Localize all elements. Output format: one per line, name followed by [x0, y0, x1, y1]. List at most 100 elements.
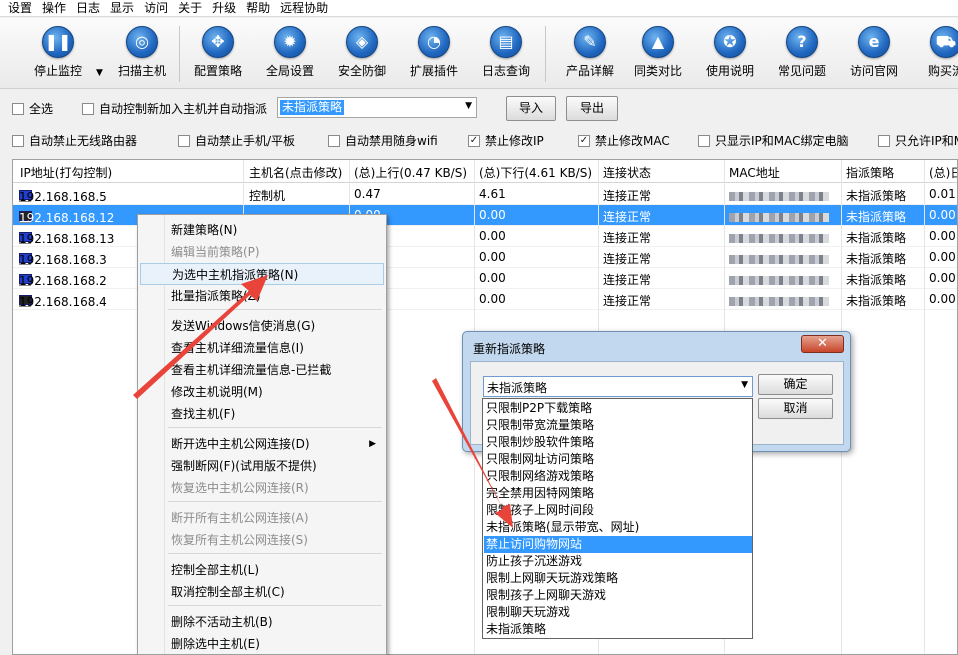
- column-header[interactable]: 连接状态: [603, 164, 651, 181]
- checkbox-box[interactable]: [698, 134, 710, 147]
- policy-option[interactable]: 未指派策略: [484, 621, 752, 638]
- import-button[interactable]: 导入: [506, 96, 556, 121]
- policy-option[interactable]: 只限制网络游戏策略: [484, 468, 752, 485]
- select-all-checkbox[interactable]: 全选: [12, 100, 53, 117]
- option-checkbox-2[interactable]: 自动禁用随身wifi: [328, 132, 438, 149]
- toolbar-button-7[interactable]: ✎ 产品详解: [554, 26, 626, 79]
- policy-option[interactable]: 限制上网聊天玩游戏策略: [484, 570, 752, 587]
- menu-item-2[interactable]: 日志: [76, 0, 107, 16]
- policy-option[interactable]: 禁止访问购物网站: [484, 536, 752, 553]
- context-menu-item[interactable]: 为选中主机指派策略(N): [140, 263, 384, 285]
- checkbox-box[interactable]: ✓: [468, 134, 480, 147]
- dialog-policy-select[interactable]: 未指派策略 ▼: [483, 376, 753, 397]
- toolbar-button-label: 访问官网: [849, 64, 898, 78]
- policy-option[interactable]: 未指派策略(显示带宽、网址): [484, 519, 752, 536]
- context-menu-item[interactable]: 恢复选中主机公网连接(R): [140, 477, 384, 499]
- context-menu-item[interactable]: 断开选中主机公网连接(D): [140, 433, 384, 455]
- context-menu-item[interactable]: 批量指派策略(Z): [140, 285, 384, 307]
- policy-option[interactable]: 防止孩子沉迷游戏: [484, 553, 752, 570]
- extra-cell: 0.00: [929, 271, 956, 285]
- column-header[interactable]: (总)下行(4.61 KB/S): [479, 164, 592, 181]
- dialog-title: 重新指派策略: [473, 342, 546, 356]
- ok-button[interactable]: 确定: [758, 374, 833, 395]
- toolbar-button-label: 全局设置: [265, 64, 314, 78]
- menu-item-7[interactable]: 帮助: [246, 0, 277, 16]
- checkbox-box[interactable]: [12, 134, 24, 147]
- ip-text: 192.168.168.3: [19, 253, 107, 267]
- context-menu-item[interactable]: 强制断网(F)(试用版不提供): [140, 455, 384, 477]
- column-header[interactable]: (总)日: [929, 164, 957, 181]
- column-header[interactable]: 主机名(点击修改): [249, 164, 342, 181]
- chevron-down-icon[interactable]: ▼: [741, 380, 748, 390]
- menu-item-6[interactable]: 升级: [212, 0, 243, 16]
- menu-item-5[interactable]: 关于: [178, 0, 209, 16]
- policy-option[interactable]: 只限制网址访问策略: [484, 451, 752, 468]
- policy-option[interactable]: 限制孩子上网聊天游戏: [484, 587, 752, 604]
- toolbar-button-3[interactable]: ✹ 全局设置: [254, 26, 326, 79]
- context-menu-item[interactable]: 修改主机说明(M): [140, 381, 384, 403]
- policy-option[interactable]: 限制孩子上网时间段: [484, 502, 752, 519]
- option-checkbox-6[interactable]: 只允许IP和M: [878, 132, 958, 149]
- option-checkbox-4[interactable]: ✓ 禁止修改MAC: [578, 132, 670, 149]
- submenu-arrow-icon: ▶: [369, 439, 376, 449]
- context-menu-item[interactable]: 取消控制全部主机(C): [140, 581, 384, 603]
- context-menu-item[interactable]: 控制全部主机(L): [140, 559, 384, 581]
- toolbar-button-12[interactable]: ⛟ 购买流: [910, 26, 958, 79]
- checkbox-box[interactable]: [328, 134, 340, 147]
- toolbar-button-1[interactable]: ◎ 扫描主机: [106, 26, 178, 79]
- toolbar-button-label: 扫描主机: [117, 64, 166, 78]
- menu-item-3[interactable]: 显示: [110, 0, 141, 16]
- column-header[interactable]: (总)上行(0.47 KB/S): [354, 164, 467, 181]
- option-checkbox-3[interactable]: ✓ 禁止修改IP: [468, 132, 544, 149]
- context-menu-item[interactable]: 查看主机详细流量信息(I): [140, 337, 384, 359]
- export-button[interactable]: 导出: [566, 96, 618, 121]
- column-header[interactable]: MAC地址: [729, 164, 780, 181]
- checkbox-box[interactable]: [178, 134, 190, 147]
- policy-select[interactable]: 未指派策略 ▼: [277, 97, 477, 118]
- toolbar-button-5[interactable]: ◔ 扩展插件: [398, 26, 470, 79]
- toolbar-button-11[interactable]: e 访问官网: [838, 26, 910, 79]
- checkbox-box[interactable]: [12, 102, 24, 115]
- toolbar-button-8[interactable]: ▲ 同类对比: [622, 26, 694, 79]
- menu-item-1[interactable]: 操作: [42, 0, 73, 16]
- menu-item-0[interactable]: 设置: [8, 0, 39, 16]
- policy-option[interactable]: 只限制P2P下载策略: [484, 400, 752, 417]
- context-menu-item[interactable]: 恢复所有主机公网连接(S): [140, 529, 384, 551]
- chevron-down-icon[interactable]: ▼: [465, 101, 472, 111]
- column-header[interactable]: 指派策略: [846, 164, 894, 181]
- menu-item-8[interactable]: 远程协助: [280, 0, 335, 16]
- cart-icon: ⛟: [930, 26, 958, 58]
- checkbox-box[interactable]: ✓: [578, 134, 590, 147]
- context-menu-item[interactable]: 查找主机(F): [140, 403, 384, 425]
- table-row[interactable]: 192.168.168.5 控制机 0.47 4.61 连接正常 未指派策略 0.01: [13, 184, 957, 205]
- context-menu-item[interactable]: 发送Windows信使消息(G): [140, 315, 384, 337]
- policy-cell: 未指派策略: [846, 231, 907, 245]
- cancel-button[interactable]: 取消: [758, 398, 833, 419]
- policy-option[interactable]: 只限制炒股软件策略: [484, 434, 752, 451]
- context-menu-item[interactable]: 删除选中主机(E): [140, 633, 384, 655]
- context-menu-item[interactable]: 删除不活动主机(B): [140, 611, 384, 633]
- option-checkbox-5[interactable]: 只显示IP和MAC绑定电脑: [698, 132, 849, 149]
- option-checkbox-1[interactable]: 自动禁止手机/平板: [178, 132, 295, 149]
- toolbar-button-9[interactable]: ✪ 使用说明: [694, 26, 766, 79]
- dropdown-arrow-icon[interactable]: ▼: [96, 68, 103, 78]
- column-header[interactable]: IP地址(打勾控制): [20, 164, 112, 181]
- checkbox-box[interactable]: [878, 134, 890, 147]
- context-menu-item[interactable]: 查看主机详细流量信息-已拦截: [140, 359, 384, 381]
- toolbar-button-0[interactable]: ❚❚ 停止监控: [22, 26, 94, 79]
- menu-item-4[interactable]: 访问: [144, 0, 175, 16]
- toolbar-button-2[interactable]: ✥ 配置策略: [182, 26, 254, 79]
- auto-assign-checkbox[interactable]: 自动控制新加入主机并自动指派: [82, 100, 267, 117]
- close-button[interactable]: ✕: [801, 335, 844, 353]
- policy-option[interactable]: 限制聊天玩游戏: [484, 604, 752, 621]
- policy-option[interactable]: 完全禁用因特网策略: [484, 485, 752, 502]
- toolbar-button-6[interactable]: ▤ 日志查询: [470, 26, 542, 79]
- option-checkbox-0[interactable]: 自动禁止无线路由器: [12, 132, 137, 149]
- toolbar-button-4[interactable]: ◈ 安全防御: [326, 26, 398, 79]
- context-menu-item[interactable]: 断开所有主机公网连接(A): [140, 507, 384, 529]
- context-menu-item[interactable]: 新建策略(N): [140, 219, 384, 241]
- policy-option[interactable]: 只限制带宽流量策略: [484, 417, 752, 434]
- context-menu-item[interactable]: 编辑当前策略(P): [140, 241, 384, 263]
- checkbox-box[interactable]: [82, 102, 94, 115]
- toolbar-button-10[interactable]: ? 常见问题: [766, 26, 838, 79]
